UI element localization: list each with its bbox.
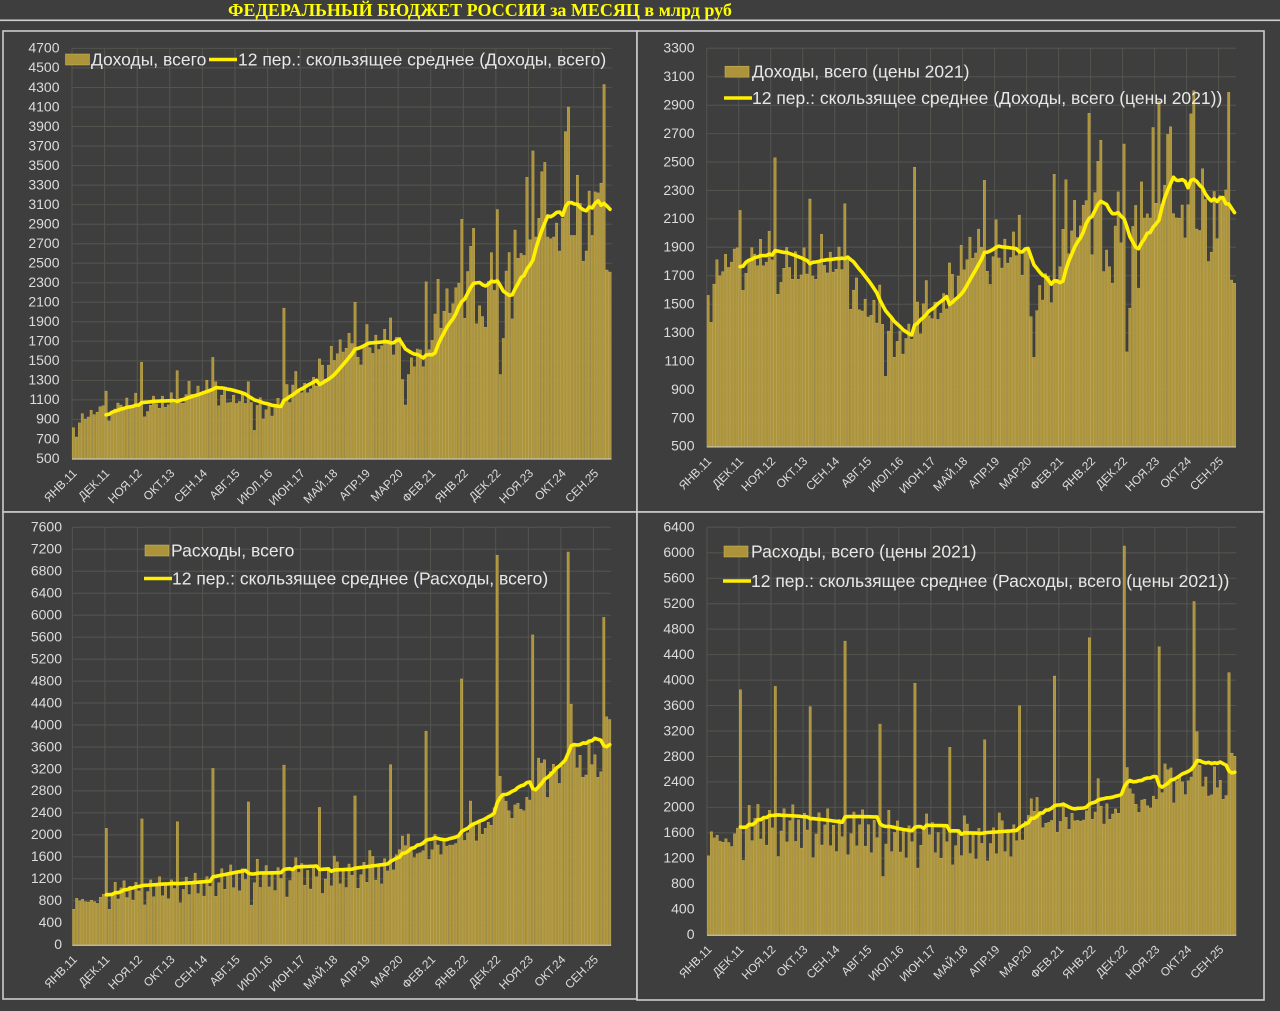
- svg-text:Расходы, всего (цены 2021): Расходы, всего (цены 2021): [751, 542, 976, 562]
- svg-text:2900: 2900: [663, 97, 694, 113]
- svg-text:1100: 1100: [664, 352, 694, 368]
- svg-text:4800: 4800: [663, 620, 694, 636]
- svg-text:0: 0: [54, 936, 62, 952]
- svg-text:2800: 2800: [663, 748, 694, 764]
- svg-text:2800: 2800: [31, 782, 62, 798]
- svg-text:3200: 3200: [663, 722, 694, 738]
- svg-text:1300: 1300: [663, 324, 694, 340]
- svg-text:6400: 6400: [31, 585, 62, 601]
- svg-text:2400: 2400: [663, 773, 694, 789]
- svg-text:4400: 4400: [663, 646, 694, 662]
- svg-text:1100: 1100: [29, 391, 59, 407]
- svg-text:2400: 2400: [31, 804, 62, 820]
- svg-text:2100: 2100: [663, 210, 694, 226]
- svg-text:2500: 2500: [663, 153, 694, 169]
- svg-text:4400: 4400: [31, 694, 62, 710]
- svg-text:Доходы, всего: Доходы, всего: [91, 50, 206, 70]
- svg-text:1200: 1200: [663, 850, 694, 866]
- svg-text:2000: 2000: [31, 826, 62, 842]
- svg-text:1700: 1700: [28, 333, 59, 349]
- svg-text:1600: 1600: [663, 824, 694, 840]
- svg-text:1300: 1300: [28, 372, 59, 388]
- svg-text:3300: 3300: [28, 176, 59, 192]
- svg-text:400: 400: [671, 901, 695, 917]
- svg-text:500: 500: [671, 438, 695, 454]
- svg-text:12 пер.: скользящее среднее (Р: 12 пер.: скользящее среднее (Расходы, вс…: [172, 569, 548, 589]
- svg-text:900: 900: [36, 411, 60, 427]
- svg-text:3500: 3500: [28, 157, 59, 173]
- svg-text:3600: 3600: [31, 738, 62, 754]
- svg-text:Доходы, всего (цены 2021): Доходы, всего (цены 2021): [752, 62, 969, 82]
- svg-text:800: 800: [671, 875, 695, 891]
- svg-text:2700: 2700: [28, 235, 59, 251]
- svg-text:1600: 1600: [31, 848, 62, 864]
- svg-text:500: 500: [36, 450, 60, 466]
- svg-text:7600: 7600: [31, 519, 62, 535]
- svg-text:3100: 3100: [28, 196, 59, 212]
- svg-text:2100: 2100: [28, 294, 59, 310]
- svg-text:4700: 4700: [28, 40, 59, 56]
- svg-text:12 пер.: скользящее среднее (Р: 12 пер.: скользящее среднее (Расходы, вс…: [751, 571, 1229, 591]
- svg-text:1700: 1700: [663, 267, 694, 283]
- svg-text:1900: 1900: [663, 239, 694, 255]
- svg-text:1200: 1200: [31, 870, 62, 886]
- svg-text:5600: 5600: [31, 628, 62, 644]
- svg-text:6000: 6000: [31, 607, 62, 623]
- svg-text:1500: 1500: [28, 352, 59, 368]
- svg-text:7200: 7200: [31, 541, 62, 557]
- svg-text:4800: 4800: [31, 672, 62, 688]
- svg-text:2700: 2700: [663, 125, 694, 141]
- svg-text:2500: 2500: [28, 255, 59, 271]
- svg-text:6000: 6000: [663, 544, 694, 560]
- svg-text:12 пер.: скользящее среднее (Д: 12 пер.: скользящее среднее (Доходы, все…: [238, 50, 606, 70]
- svg-text:4500: 4500: [28, 59, 59, 75]
- svg-text:ФЕДЕРАЛЬНЫЙ БЮДЖЕТ РОССИИ за М: ФЕДЕРАЛЬНЫЙ БЮДЖЕТ РОССИИ за МЕСЯЦ в млр…: [228, 0, 732, 20]
- svg-text:3300: 3300: [663, 40, 694, 56]
- svg-text:400: 400: [39, 914, 63, 930]
- svg-text:3600: 3600: [663, 697, 694, 713]
- svg-text:3700: 3700: [28, 137, 59, 153]
- svg-text:6400: 6400: [663, 519, 694, 535]
- svg-text:2900: 2900: [28, 216, 59, 232]
- svg-text:3200: 3200: [31, 760, 62, 776]
- svg-text:700: 700: [36, 430, 60, 446]
- svg-text:2000: 2000: [663, 799, 694, 815]
- svg-text:6800: 6800: [31, 563, 62, 579]
- svg-text:1500: 1500: [663, 296, 694, 312]
- svg-text:0: 0: [687, 926, 695, 942]
- svg-text:700: 700: [671, 409, 695, 425]
- svg-text:900: 900: [671, 381, 695, 397]
- svg-text:12 пер.: скользящее среднее (Д: 12 пер.: скользящее среднее (Доходы, все…: [752, 88, 1222, 108]
- svg-text:1900: 1900: [28, 313, 59, 329]
- svg-text:4000: 4000: [663, 671, 694, 687]
- svg-text:2300: 2300: [663, 182, 694, 198]
- svg-text:Расходы, всего: Расходы, всего: [171, 541, 294, 561]
- svg-text:3900: 3900: [28, 118, 59, 134]
- svg-text:5200: 5200: [31, 650, 62, 666]
- svg-text:5600: 5600: [663, 570, 694, 586]
- svg-text:5200: 5200: [663, 595, 694, 611]
- svg-text:4100: 4100: [28, 98, 59, 114]
- svg-text:3100: 3100: [663, 68, 694, 84]
- svg-text:4300: 4300: [28, 79, 59, 95]
- svg-text:800: 800: [39, 892, 63, 908]
- svg-text:2300: 2300: [28, 274, 59, 290]
- svg-text:4000: 4000: [31, 716, 62, 732]
